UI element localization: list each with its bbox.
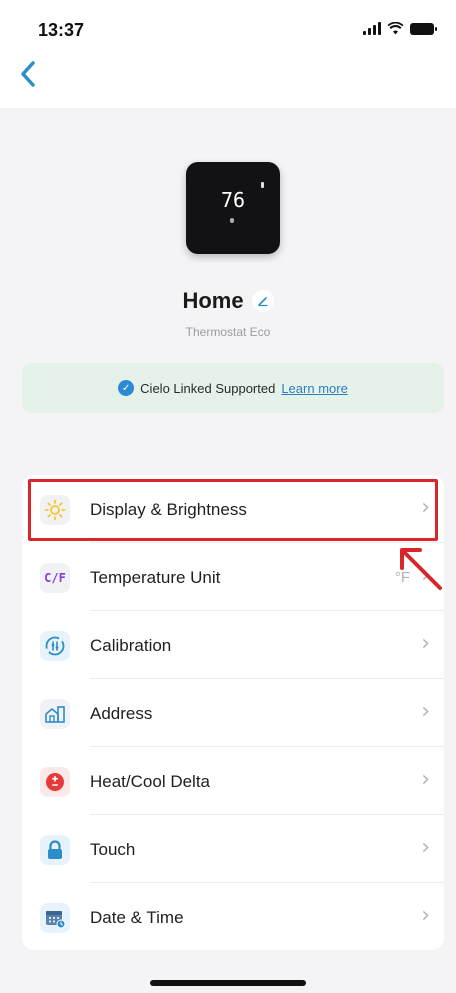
device-sensor-dot [230,218,234,223]
lock-icon [40,835,70,865]
settings-list: Display & Brightness › C/F Temperature U… [22,475,444,950]
wifi-icon [387,22,404,35]
device-model: Thermostat Eco [185,325,271,339]
annotation-arrow-icon [400,548,442,590]
cf-unit-icon-text: C/F [44,571,66,585]
back-button[interactable] [18,60,46,96]
home-indicator [150,980,306,986]
highlight-box [28,479,438,541]
status-time: 13:37 [38,20,85,40]
chevron-left-icon [21,61,35,87]
cf-unit-icon: C/F [40,563,70,593]
pencil-icon [257,297,268,307]
chevron-right-icon: › [421,631,430,656]
settings-item-label: Temperature Unit [90,568,221,587]
chevron-right-icon: › [421,903,430,928]
settings-item-date-time[interactable]: Date & Time › [22,883,444,951]
settings-item-label: Date & Time [90,908,184,927]
settings-item-address[interactable]: Address › [22,679,444,747]
device-display-temp: 76 [220,188,246,212]
settings-item-label: Heat/Cool Delta [90,772,211,791]
settings-item-calibration[interactable]: Calibration › [22,611,444,679]
edit-name-button[interactable] [251,290,274,312]
learn-more-link[interactable]: Learn more [281,381,347,396]
settings-item-touch[interactable]: Touch › [22,815,444,883]
delta-icon [40,767,70,797]
chevron-right-icon: › [421,835,430,860]
address-icon [40,699,70,729]
banner-text: Cielo Linked Supported [140,380,276,396]
settings-item-heat-cool-delta[interactable]: Heat/Cool Delta › [22,747,444,815]
thermostat-image: 76 [186,162,280,254]
status-bar: 13:37 [0,0,456,108]
signal-icon [363,22,381,35]
calendar-icon [40,903,70,933]
settings-item-temperature-unit[interactable]: C/F Temperature Unit °F › [22,543,444,611]
battery-icon [410,22,437,35]
device-title-row: Home [0,288,456,314]
settings-item-label: Calibration [90,636,172,655]
cielo-linked-banner: ✓ Cielo Linked Supported Learn more [22,363,444,413]
device-name: Home [182,288,244,313]
calibration-icon [40,631,70,661]
verified-badge-icon: ✓ [118,380,135,396]
chevron-right-icon: › [421,767,430,792]
chevron-right-icon: › [421,699,430,724]
settings-item-label: Touch [90,840,136,859]
status-icons [363,22,437,35]
settings-item-label: Address [90,704,153,723]
